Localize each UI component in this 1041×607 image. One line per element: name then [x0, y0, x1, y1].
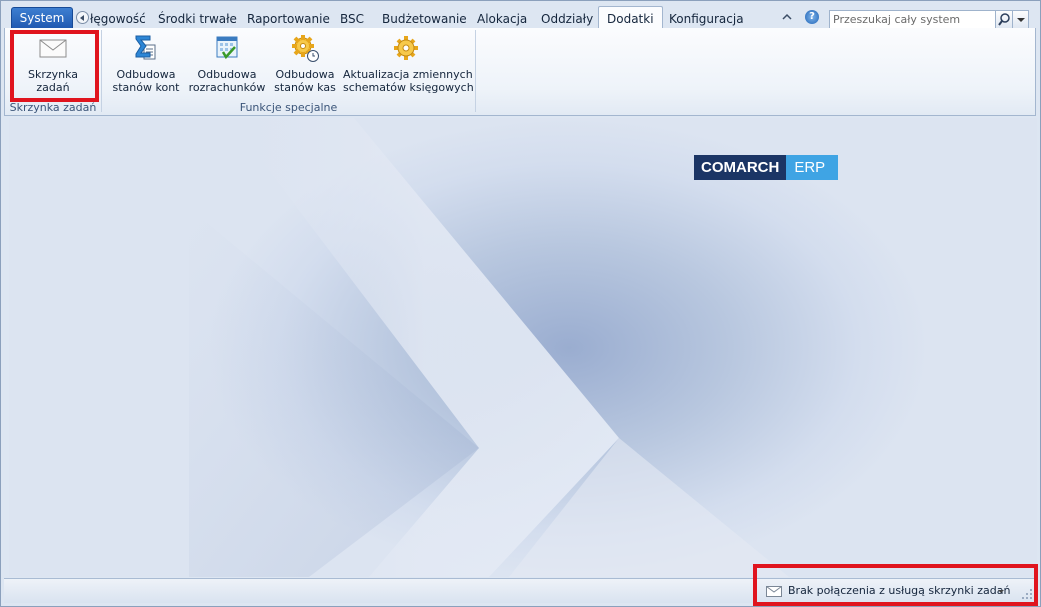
gear-clock-icon	[292, 35, 319, 62]
odbudowa-stanow-kas-label-2: stanów kas	[274, 81, 336, 94]
background-chevron-graphic	[189, 118, 789, 577]
group-separator	[475, 30, 476, 112]
ribbon-panel: Skrzynka zadań Skrzynka zadań Odbudowa s…	[4, 28, 1036, 116]
odbudowa-rozrachunkow-button[interactable]: Odbudowa rozrachunków	[187, 30, 267, 94]
odbudowa-stanow-kas-label-1: Odbudowa	[275, 68, 335, 81]
tab-budzetowanie[interactable]: Budżetowanie	[382, 9, 467, 29]
sigma-sheet-icon	[135, 35, 156, 60]
tab-bsc[interactable]: BSC	[340, 9, 364, 29]
search-button[interactable]	[995, 10, 1013, 29]
calendar-check-icon	[216, 36, 238, 60]
group-label-skrzynka-zadan: Skrzynka zadań	[9, 101, 97, 114]
gear-icon	[394, 36, 418, 60]
tab-alokacja[interactable]: Alokacja	[477, 9, 527, 29]
global-search-box	[829, 10, 1029, 29]
logo-comarch-text: COMARCH	[694, 155, 787, 180]
tab-ksiegowosc[interactable]: łęgowość	[90, 9, 146, 29]
ribbon-tab-strip: System łęgowość Środki trwałe Raportowan…	[2, 4, 1040, 30]
odbudowa-stanow-kont-label-1: Odbudowa	[116, 68, 176, 81]
tab-oddzialy[interactable]: Oddziały	[541, 9, 593, 29]
highlight-frame-skrzynka	[10, 30, 99, 102]
odbudowa-stanow-kas-button[interactable]: Odbudowa stanów kas	[272, 30, 338, 94]
tab-konfiguracja[interactable]: Konfiguracja	[669, 9, 744, 29]
group-label-funkcje-specjalne: Funkcje specjalne	[239, 101, 338, 114]
odbudowa-stanow-kont-label-2: stanów kont	[112, 81, 180, 94]
tab-scroll-left-button[interactable]	[76, 11, 89, 24]
highlight-frame-status	[753, 564, 1038, 606]
search-input[interactable]	[833, 12, 993, 27]
odbudowa-rozrachunkow-label-1: Odbudowa	[197, 68, 257, 81]
aktualizacja-zmiennych-button[interactable]: Aktualizacja zmiennych schematów księgow…	[343, 30, 474, 94]
main-window: System łęgowość Środki trwałe Raportowan…	[0, 0, 1041, 607]
tab-raportowanie[interactable]: Raportowanie	[247, 9, 330, 29]
comarch-erp-logo: COMARCH ERP	[694, 155, 838, 180]
system-menu-button[interactable]: System	[11, 7, 73, 29]
group-funkcje-specjalne: Odbudowa stanów kont Odbudowa rozrachunk…	[102, 28, 475, 115]
odbudowa-rozrachunkow-label-2: rozrachunków	[188, 81, 266, 94]
tab-srodki-trwale[interactable]: Środki trwałe	[158, 9, 237, 29]
logo-erp-text: ERP	[786, 155, 838, 180]
aktualizacja-zmiennych-label-2: schematów księgowych	[343, 81, 474, 94]
aktualizacja-zmiennych-label-1: Aktualizacja zmiennych	[343, 68, 473, 81]
search-options-dropdown[interactable]	[1012, 10, 1029, 29]
tab-dodatki[interactable]: Dodatki	[598, 6, 663, 30]
odbudowa-stanow-kont-button[interactable]: Odbudowa stanów kont	[111, 30, 181, 94]
magnifier-icon	[998, 13, 1010, 26]
minimize-ribbon-icon[interactable]	[781, 10, 793, 24]
workspace-background: COMARCH ERP	[9, 118, 1037, 577]
help-icon[interactable]: ?	[805, 10, 819, 24]
